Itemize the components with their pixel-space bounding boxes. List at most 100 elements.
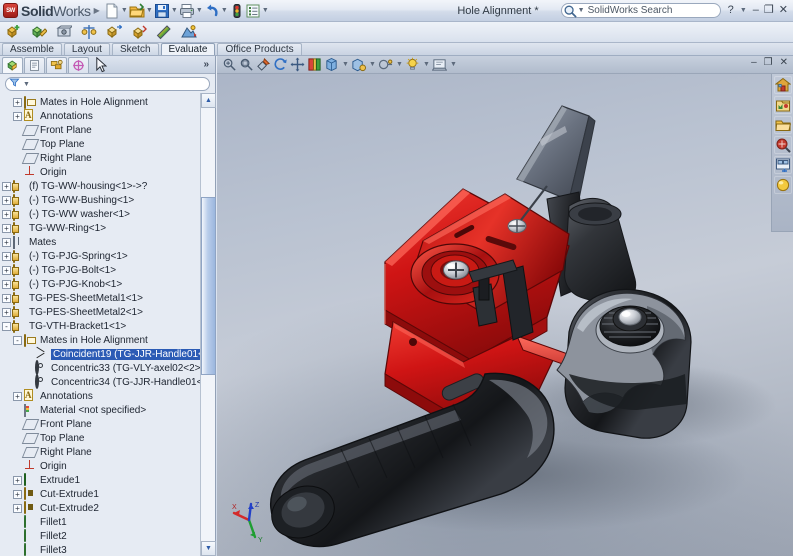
display-style-dropdown-icon[interactable]: ▼ xyxy=(341,61,350,68)
viewport-restore-button[interactable]: ❐ xyxy=(764,58,773,68)
tree-expander[interactable]: - xyxy=(2,321,11,331)
tree-expander[interactable]: + xyxy=(2,279,11,289)
tree-item[interactable]: + Cut-Extrude1 xyxy=(0,487,200,501)
tree-expander[interactable]: + xyxy=(2,251,11,261)
zoom-to-fit-icon[interactable] xyxy=(222,57,238,73)
model-render-area[interactable]: X Y Z xyxy=(217,74,793,556)
tree-expander[interactable]: + xyxy=(2,265,11,275)
feature-tree[interactable]: + Mates in Hole Alignment + A Annotations Fro… xyxy=(0,93,200,556)
tree-item[interactable]: Top Plane xyxy=(0,431,200,445)
tree-item[interactable]: Fillet2 xyxy=(0,529,200,543)
save-dropdown-icon[interactable]: ▼ xyxy=(170,7,179,14)
view-orientation-icon[interactable] xyxy=(307,57,323,73)
save-icon[interactable] xyxy=(154,3,170,19)
hide-show-items-dropdown-icon[interactable]: ▼ xyxy=(368,61,377,68)
tree-item[interactable]: Material <not specified> xyxy=(0,403,200,417)
tree-expander[interactable]: + xyxy=(13,503,22,513)
mate-icon[interactable] xyxy=(81,24,97,40)
rebuild-icon[interactable] xyxy=(229,3,245,19)
menu-expand-arrow-icon[interactable]: ▶ xyxy=(94,6,100,15)
tree-item[interactable]: + Cut-Extrude2 xyxy=(0,501,200,515)
tree-item[interactable]: + Mates in Hole Alignment xyxy=(0,95,200,109)
rotate-view-icon[interactable] xyxy=(273,57,289,73)
tree-item[interactable]: + (-) TG-WW-Bushing<1> xyxy=(0,193,200,207)
tree-item[interactable]: + (-) TG-WW washer<1> xyxy=(0,207,200,221)
tree-expander[interactable]: + xyxy=(13,111,22,121)
tree-item[interactable]: Coincident19 (TG-JJR-Handle01<1>) xyxy=(0,347,200,361)
tree-item[interactable]: + (f) TG-WW-housing<1>->? xyxy=(0,179,200,193)
move-component-icon[interactable] xyxy=(106,24,123,40)
tab-sketch[interactable]: Sketch xyxy=(111,43,159,55)
tree-item[interactable]: Right Plane xyxy=(0,445,200,459)
hide-show-items-icon[interactable] xyxy=(351,57,367,73)
search-task-icon[interactable] xyxy=(773,136,792,154)
display-style-icon[interactable] xyxy=(324,57,340,73)
viewport-minimize-button[interactable]: – xyxy=(751,58,757,68)
tree-item[interactable]: + (-) TG-PJG-Spring<1> xyxy=(0,249,200,263)
tree-item[interactable]: Fillet1 xyxy=(0,515,200,529)
new-document-icon[interactable] xyxy=(104,3,120,19)
tree-expander[interactable]: + xyxy=(2,223,11,233)
tree-item[interactable]: Right Plane xyxy=(0,151,200,165)
open-document-icon[interactable] xyxy=(129,2,145,19)
configuration-manager-tab[interactable] xyxy=(46,56,67,73)
tree-expander[interactable]: + xyxy=(13,391,22,401)
tree-item[interactable]: Front Plane xyxy=(0,417,200,431)
tree-expander[interactable]: - xyxy=(13,335,22,345)
edit-appearance-dropdown-icon[interactable]: ▼ xyxy=(395,61,404,68)
tree-item[interactable]: + TG-WW-Ring<1> xyxy=(0,221,200,235)
tree-expander[interactable]: + xyxy=(13,489,22,499)
tree-item[interactable]: - Mates in Hole Alignment xyxy=(0,333,200,347)
tree-item[interactable]: Concentric33 (TG-VLY-axel02<2>) xyxy=(0,360,200,375)
tree-item[interactable]: + TG-PES-SheetMetal1<1> xyxy=(0,291,200,305)
tree-item[interactable]: + Mates xyxy=(0,235,200,249)
tree-expander[interactable]: + xyxy=(13,475,22,485)
search-input[interactable]: ▼ SolidWorks Search xyxy=(560,3,721,18)
print-icon[interactable] xyxy=(179,3,195,19)
edit-appearance-icon[interactable] xyxy=(378,57,394,73)
undo-dropdown-icon[interactable]: ▼ xyxy=(220,7,229,14)
photoview-icon[interactable] xyxy=(181,24,197,40)
tab-evaluate[interactable]: Evaluate xyxy=(160,43,216,55)
tree-expander[interactable]: + xyxy=(2,195,11,205)
search-scope-dropdown-icon[interactable]: ▼ xyxy=(578,7,585,14)
filter-dropdown-icon[interactable]: ▼ xyxy=(22,81,31,88)
tree-item[interactable]: - TG-VTH-Bracket1<1> xyxy=(0,319,200,333)
display-manager-tab[interactable] xyxy=(68,56,89,73)
solidworks-resources-icon[interactable] xyxy=(773,76,792,94)
view-settings-icon[interactable] xyxy=(431,57,448,73)
tree-item[interactable]: Top Plane xyxy=(0,137,200,151)
tree-expander[interactable]: + xyxy=(2,237,11,247)
zoom-to-area-icon[interactable] xyxy=(239,57,255,73)
tree-item[interactable]: Fillet3 xyxy=(0,543,200,556)
tab-office-products[interactable]: Office Products xyxy=(217,43,302,55)
help-dropdown-icon[interactable]: ▼ xyxy=(739,7,748,14)
edit-component-icon[interactable] xyxy=(31,24,48,40)
tree-expander[interactable]: + xyxy=(13,97,22,107)
tree-expander[interactable]: + xyxy=(2,293,11,303)
tab-assemble[interactable]: Assemble xyxy=(2,43,62,55)
scroll-down-button[interactable]: ▼ xyxy=(201,541,216,556)
tree-item[interactable]: Origin xyxy=(0,459,200,473)
tree-scrollbar[interactable]: ▲ ▼ xyxy=(200,93,216,556)
print-dropdown-icon[interactable]: ▼ xyxy=(195,7,204,14)
tree-item[interactable]: + TG-PES-SheetMetal2<1> xyxy=(0,305,200,319)
tree-item[interactable]: Front Plane xyxy=(0,123,200,137)
new-document-dropdown-icon[interactable]: ▼ xyxy=(120,7,129,14)
exploded-view-icon[interactable] xyxy=(131,24,147,40)
design-library-icon[interactable] xyxy=(773,96,792,114)
apply-scene-dropdown-icon[interactable]: ▼ xyxy=(422,61,431,68)
close-button[interactable]: ✕ xyxy=(779,5,788,16)
viewport-close-button[interactable]: ✕ xyxy=(780,58,788,68)
file-explorer-icon[interactable] xyxy=(773,116,792,134)
tree-expander[interactable]: + xyxy=(2,307,11,317)
scrollbar-thumb[interactable] xyxy=(201,197,216,375)
options-icon[interactable] xyxy=(245,3,261,19)
help-button[interactable]: ? xyxy=(728,5,734,16)
section-view-icon[interactable] xyxy=(256,57,272,73)
property-manager-tab[interactable] xyxy=(24,56,45,73)
insert-components-icon[interactable] xyxy=(6,24,22,40)
tree-item[interactable]: Origin xyxy=(0,165,200,179)
view-settings-dropdown-icon[interactable]: ▼ xyxy=(449,61,458,68)
options-dropdown-icon[interactable]: ▼ xyxy=(261,7,270,14)
